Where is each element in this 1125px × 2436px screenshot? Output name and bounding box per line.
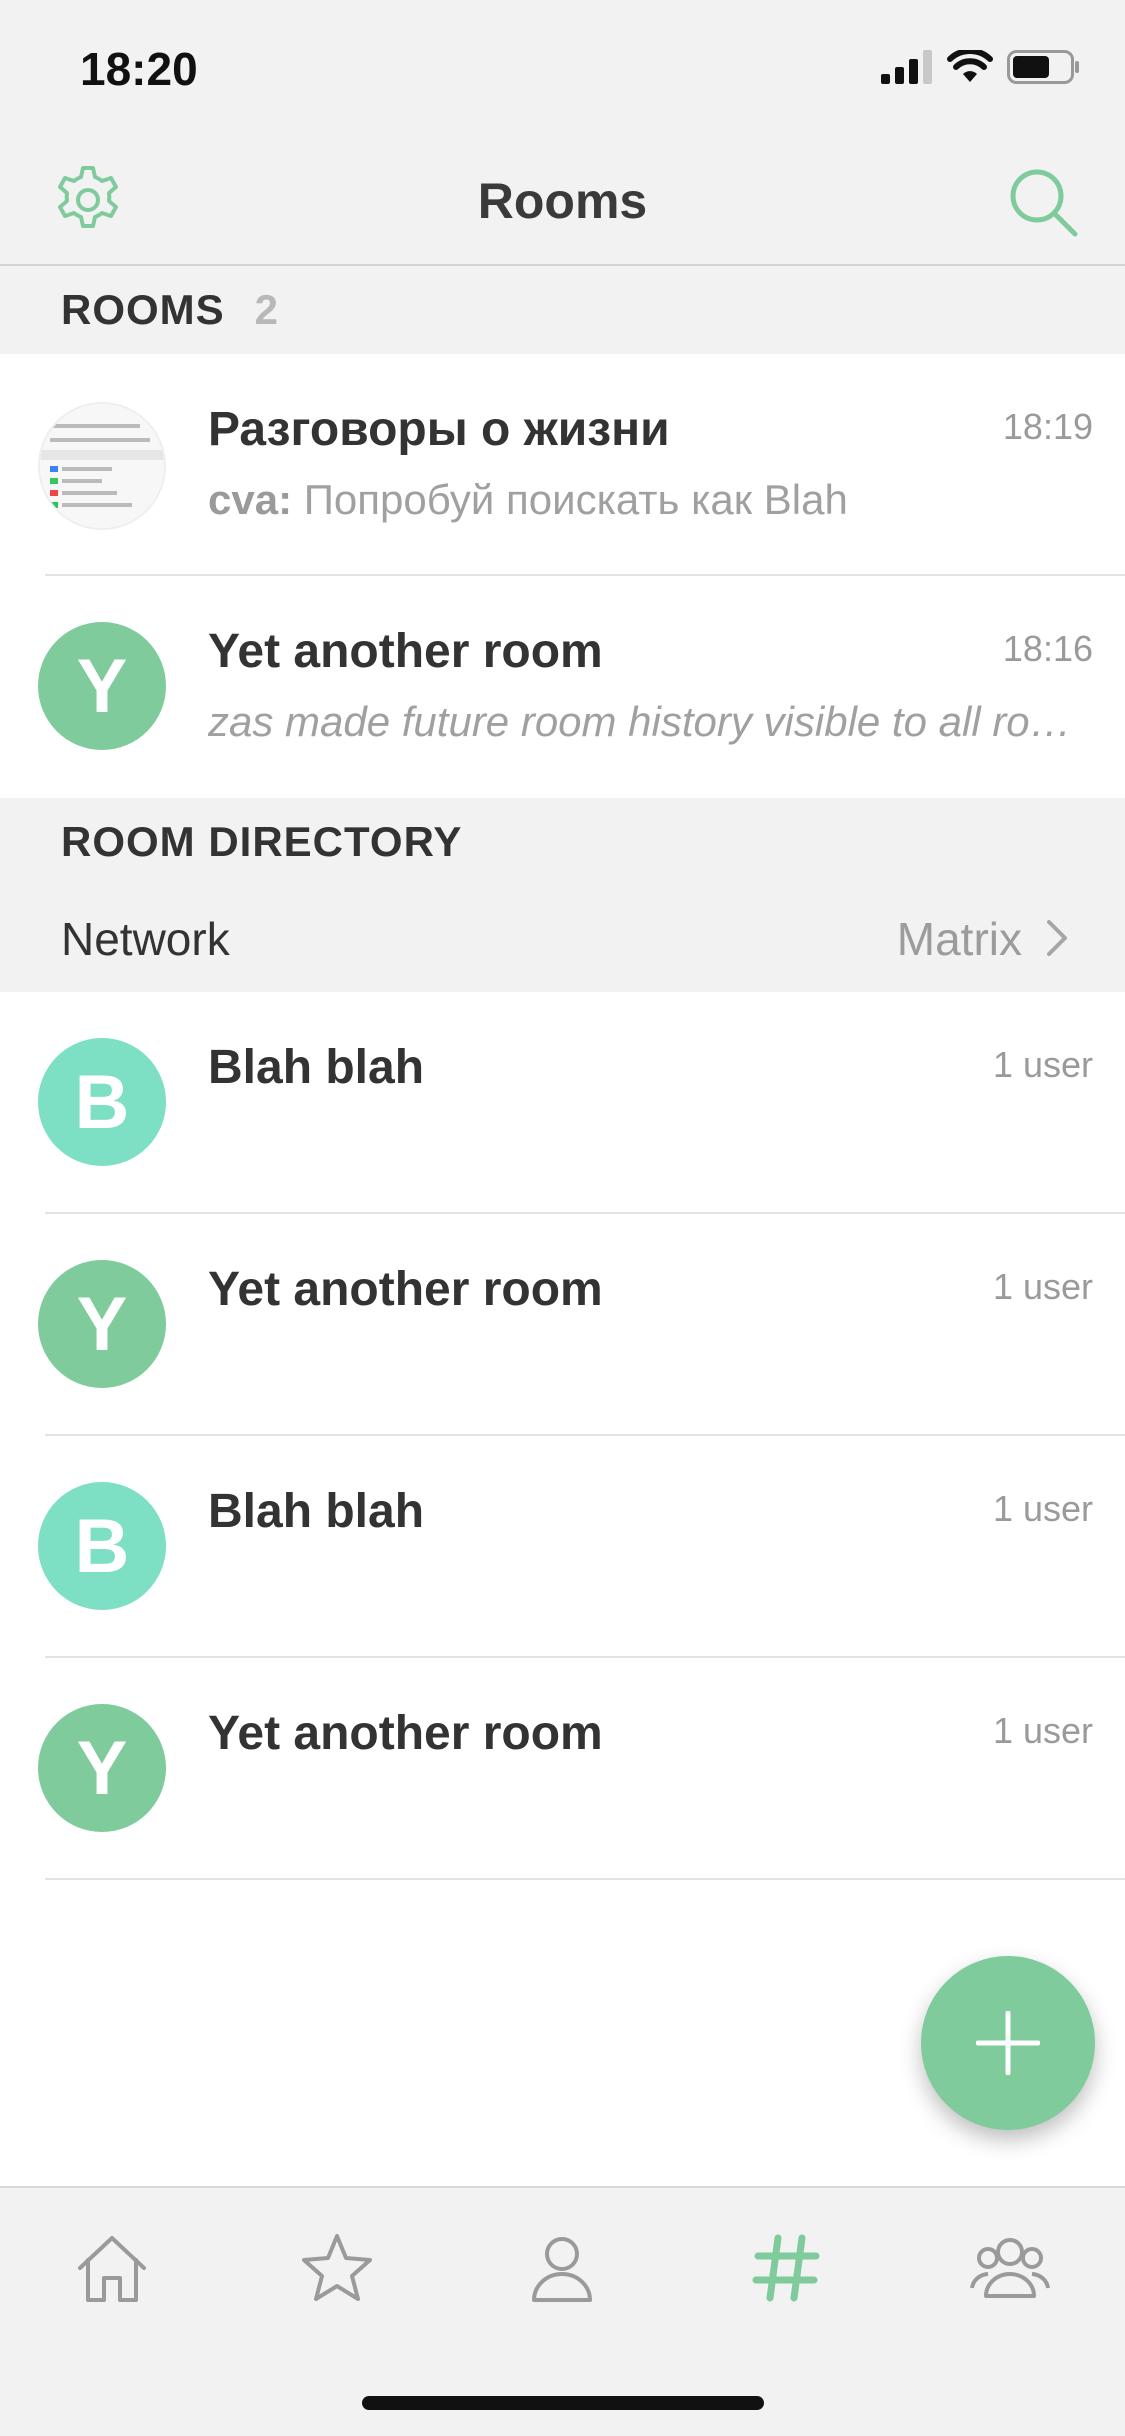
room-name: Yet another room bbox=[208, 625, 603, 678]
room-last-message: cva: Попробуй поискать как Blah bbox=[208, 476, 1079, 524]
room-avatar-image bbox=[38, 402, 166, 530]
room-time: 18:16 bbox=[1002, 628, 1093, 669]
network-selector[interactable]: Network Matrix bbox=[0, 880, 1125, 992]
room-last-message: zas made future room history visible to … bbox=[208, 698, 1079, 745]
group-icon[interactable] bbox=[970, 2228, 1050, 2308]
battery-icon bbox=[1007, 50, 1079, 84]
network-label: Network bbox=[61, 913, 230, 965]
room-avatar: Y bbox=[38, 1260, 166, 1388]
cellular-signal-icon bbox=[881, 50, 932, 84]
hash-icon[interactable] bbox=[746, 2228, 826, 2308]
room-name: Yet another room bbox=[208, 1263, 603, 1316]
rooms-section-title: ROOMS 2 bbox=[61, 286, 279, 334]
screenshot-thumbnail-icon bbox=[40, 404, 164, 528]
star-icon[interactable] bbox=[297, 2228, 377, 2308]
avatar-letter: Y bbox=[76, 643, 128, 729]
room-avatar: B bbox=[38, 1038, 166, 1166]
wifi-icon bbox=[947, 50, 993, 82]
status-icons bbox=[881, 50, 1081, 84]
room-name: Blah blah bbox=[208, 1485, 425, 1538]
search-icon[interactable] bbox=[1005, 164, 1081, 240]
room-time: 18:19 bbox=[1002, 406, 1093, 447]
room-name: Blah blah bbox=[208, 1041, 425, 1094]
message-preview: Попробуй поискать как Blah bbox=[292, 476, 848, 523]
rooms-count: 2 bbox=[254, 286, 280, 333]
directory-room-row[interactable]: B Blah blah 1 user bbox=[0, 992, 1125, 1214]
rooms-section-label: ROOMS bbox=[61, 286, 225, 333]
status-time: 18:20 bbox=[80, 43, 198, 95]
room-name: Yet another room bbox=[208, 1707, 603, 1760]
room-row[interactable]: Y Yet another room 18:16 zas made future… bbox=[0, 576, 1125, 798]
room-user-count: 1 user bbox=[992, 1488, 1093, 1529]
directory-section-title: ROOM DIRECTORY bbox=[61, 818, 463, 865]
directory-room-row[interactable]: B Blah blah 1 user bbox=[0, 1436, 1125, 1658]
rooms-section-header: ROOMS 2 bbox=[0, 266, 1125, 354]
room-user-count: 1 user bbox=[992, 1266, 1093, 1307]
person-icon[interactable] bbox=[522, 2228, 602, 2308]
network-value: Matrix bbox=[896, 913, 1022, 965]
directory-section-header: ROOM DIRECTORY bbox=[0, 798, 1125, 880]
home-icon[interactable] bbox=[72, 2228, 152, 2308]
avatar-letter: B bbox=[74, 1503, 130, 1589]
avatar-letter: Y bbox=[76, 1725, 128, 1811]
plus-icon bbox=[976, 2011, 1040, 2075]
chevron-right-icon bbox=[1047, 920, 1067, 956]
message-sender: cva: bbox=[208, 476, 293, 523]
navigation-bar: Rooms bbox=[0, 134, 1125, 266]
room-row[interactable]: Разговоры о жизни 18:19 cva: Попробуй по… bbox=[0, 354, 1125, 576]
room-user-count: 1 user bbox=[992, 1710, 1093, 1751]
page-title: Rooms bbox=[477, 173, 648, 229]
room-avatar: B bbox=[38, 1482, 166, 1610]
status-bar: 18:20 bbox=[0, 0, 1125, 134]
room-name: Разговоры о жизни bbox=[208, 403, 670, 456]
avatar-letter: B bbox=[74, 1059, 130, 1145]
room-avatar: Y bbox=[38, 622, 166, 750]
home-indicator bbox=[362, 2396, 764, 2410]
avatar-letter: Y bbox=[76, 1281, 128, 1367]
room-avatar: Y bbox=[38, 1704, 166, 1832]
directory-room-row[interactable]: Y Yet another room 1 user bbox=[0, 1658, 1125, 1880]
divider bbox=[45, 1878, 1125, 1880]
create-room-button[interactable] bbox=[921, 1956, 1095, 2130]
room-user-count: 1 user bbox=[992, 1044, 1093, 1085]
directory-room-row[interactable]: Y Yet another room 1 user bbox=[0, 1214, 1125, 1436]
